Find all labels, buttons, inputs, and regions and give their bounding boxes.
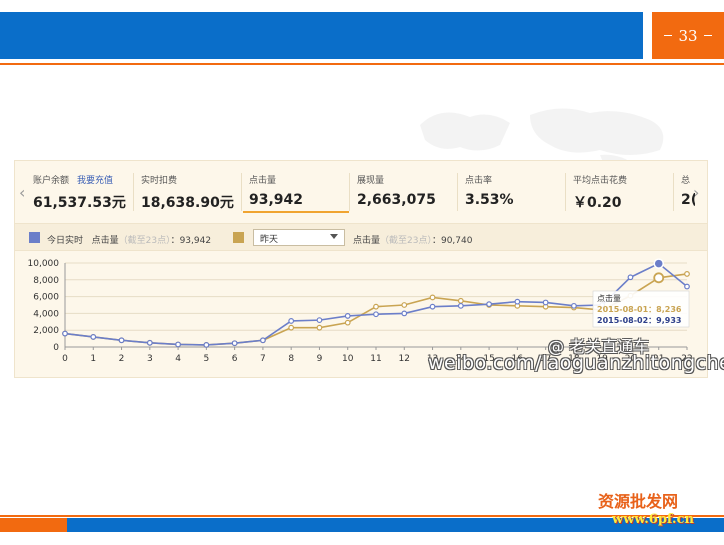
data-point (146, 339, 153, 346)
x-tick-label: 7 (260, 354, 266, 364)
data-point (203, 341, 210, 348)
data-point (316, 324, 323, 331)
compare-date-select[interactable]: 昨天 (253, 229, 345, 246)
data-point (260, 337, 266, 344)
header-bar (0, 12, 643, 59)
y-tick-label: 6,000 (33, 293, 59, 303)
x-tick-label: 3 (147, 354, 153, 364)
metric-value: 3.53% (465, 192, 514, 208)
metric-value: 93,942 (249, 192, 304, 208)
data-point (571, 302, 577, 309)
metric-divider (349, 173, 350, 211)
recharge-link[interactable]: 我要充值 (77, 176, 113, 186)
data-point (429, 303, 436, 310)
metric-divider (241, 173, 242, 211)
yesterday-legend: 点击量（截至23点）：90,740 (353, 236, 473, 246)
data-point (486, 301, 492, 308)
data-point (344, 313, 351, 319)
data-point (231, 340, 238, 347)
x-tick-label: 4 (175, 354, 181, 364)
metric-label: 账户余额 (33, 176, 70, 186)
metric-ctr[interactable]: 点击率 3.53% (465, 161, 565, 213)
metric-label: 实时扣费 (141, 176, 178, 186)
metric-label: 平均点击花费 (573, 176, 628, 186)
data-point (457, 302, 464, 309)
x-tick-label: 10 (342, 354, 354, 364)
x-tick-label: 2 (119, 354, 125, 364)
x-tick-label: 5 (203, 354, 209, 364)
y-tick-label: 2,000 (33, 326, 59, 336)
data-point (457, 297, 464, 304)
metric-realtime-cost[interactable]: 实时扣费 18,638.90元 (141, 161, 241, 213)
data-point (514, 298, 521, 305)
metric-divider (673, 173, 674, 211)
x-tick-label: 11 (370, 354, 381, 364)
scroll-left-icon[interactable]: ‹ (19, 183, 25, 202)
metric-balance[interactable]: 账户余额 我要充值 61,537.53元 (33, 161, 137, 213)
header-divider (0, 63, 724, 65)
yesterday-legend-swatch (233, 232, 244, 243)
x-tick-label: 0 (62, 354, 68, 364)
y-tick-label: 10,000 (28, 259, 60, 269)
y-tick-label: 0 (53, 343, 59, 353)
x-tick-label: 12 (399, 354, 410, 364)
y-tick-label: 4,000 (33, 309, 59, 319)
data-point (288, 324, 295, 331)
data-point (684, 271, 690, 277)
y-tick-label: 8,000 (33, 276, 59, 286)
chart-legend-bar: 今日实时 点击量（截至23点）：93,942 昨天 点击量（截至23点）：90,… (15, 223, 707, 251)
highlight-point-today (653, 258, 664, 269)
data-point (175, 341, 181, 348)
metric-impressions[interactable]: 展现量 2,663,075 (357, 161, 457, 213)
tooltip-line-yesterday: 2015-08-01：8,236 (597, 305, 682, 314)
data-point (401, 310, 408, 317)
x-tick-label: 6 (232, 354, 238, 364)
chevron-down-icon (330, 234, 338, 239)
data-point (401, 302, 408, 308)
page-number: 33 (652, 12, 724, 59)
metric-total-partial[interactable]: 总 2( (681, 161, 695, 213)
slide: 33 ‹ › 账户余额 我要充值 61,537.53元 实时扣费 18,638.9… (0, 0, 724, 545)
metric-value: 61,537.53元 (33, 195, 126, 211)
site-url: www.6pf.cn (612, 512, 694, 527)
highlight-point-yesterday (653, 272, 665, 284)
data-point (62, 330, 68, 337)
x-tick-label: 1 (90, 354, 96, 364)
data-point (373, 303, 379, 310)
weibo-url-watermark: weibo.com/laoguanzhitongche (428, 352, 724, 374)
tooltip-line-today: 2015-08-02：9,933 (597, 316, 681, 325)
data-point (344, 319, 351, 326)
metric-label: 点击率 (465, 176, 493, 186)
metric-value: ￥0.20 (573, 195, 622, 211)
metric-avg-cpc[interactable]: 平均点击花费 ￥0.20 (573, 161, 673, 213)
data-point (373, 311, 379, 318)
data-point (90, 334, 97, 340)
data-point (627, 274, 634, 281)
site-logo: 资源批发网 (598, 492, 679, 511)
footer-orange-block (0, 518, 67, 532)
metric-label: 展现量 (357, 176, 385, 186)
today-legend-swatch (29, 232, 40, 243)
data-point (684, 283, 690, 290)
x-tick-label: 8 (288, 354, 294, 364)
metric-divider (565, 173, 566, 211)
metric-divider (457, 173, 458, 211)
metric-value: 18,638.90元 (141, 195, 234, 211)
metric-value: 2( (681, 192, 695, 208)
data-point (316, 317, 323, 324)
metric-clicks[interactable]: 点击量 93,942 (243, 161, 349, 213)
metric-divider (133, 173, 134, 211)
metric-label: 点击量 (249, 176, 277, 186)
data-point (542, 299, 549, 306)
today-legend: 今日实时 点击量（截至23点）：93,942 (47, 236, 212, 246)
metric-label: 总 (681, 176, 691, 186)
data-point (118, 337, 125, 344)
data-point (429, 294, 436, 301)
metric-value: 2,663,075 (357, 192, 436, 208)
x-tick-label: 9 (317, 354, 323, 364)
tooltip-title: 点击量 (597, 293, 621, 303)
data-point (288, 318, 295, 324)
